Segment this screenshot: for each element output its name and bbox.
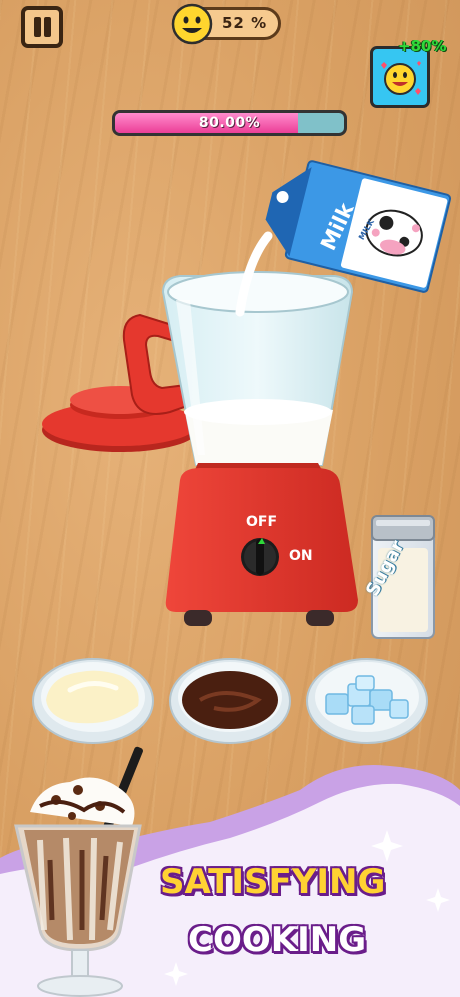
pause-icon-bar xyxy=(44,17,51,37)
ice-bowl[interactable] xyxy=(306,658,428,744)
promo-title-line2: COOKING xyxy=(188,920,367,960)
off-label: OFF xyxy=(246,514,278,530)
smiley-face-icon xyxy=(171,3,213,45)
progress-bar: 80.00% xyxy=(112,110,347,136)
chocolate-bowl[interactable] xyxy=(169,658,291,744)
bonus-card[interactable] xyxy=(370,46,430,108)
game-scene: 52 % +80% 80.00% OFF ON Milk MILK Sugar … xyxy=(0,0,460,997)
kitchen-scene xyxy=(0,154,460,997)
mood-percent: 52 % xyxy=(222,14,268,32)
cream-bowl[interactable] xyxy=(32,658,154,744)
blender-jar[interactable] xyxy=(161,271,354,466)
pause-icon xyxy=(34,17,41,37)
progress-label: 80.00% xyxy=(198,115,261,131)
on-label: ON xyxy=(289,548,313,564)
pause-button[interactable] xyxy=(21,6,63,48)
promo-title-line1: SATISFYING xyxy=(160,862,386,902)
smiley-hearts-icon xyxy=(381,61,421,95)
milk-carton[interactable] xyxy=(258,154,452,293)
bonus-text: +80% xyxy=(398,37,447,55)
blender-knob[interactable] xyxy=(241,538,279,576)
